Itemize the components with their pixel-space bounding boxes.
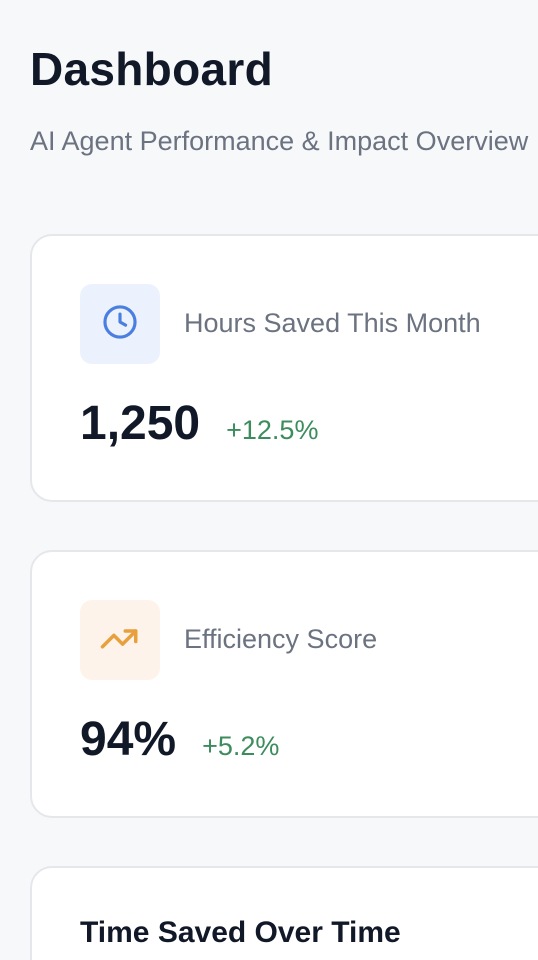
dashboard-page: Dashboard AI Agent Performance & Impact … bbox=[0, 0, 538, 960]
hours-saved-label: Hours Saved This Month bbox=[184, 308, 481, 338]
efficiency-score-delta: +5.2% bbox=[202, 731, 280, 761]
hours-saved-value: 1,250 bbox=[80, 397, 201, 450]
clock-icon bbox=[101, 303, 139, 346]
time-saved-chart-card: Time Saved Over Time bbox=[30, 866, 538, 960]
hours-saved-card: Hours Saved This Month 1,250 +12.5% bbox=[30, 234, 538, 502]
page-title: Dashboard bbox=[30, 43, 273, 95]
page-subtitle: AI Agent Performance & Impact Overview bbox=[30, 126, 529, 156]
hours-saved-delta: +12.5% bbox=[226, 415, 319, 445]
efficiency-score-value: 94% bbox=[80, 713, 177, 766]
efficiency-score-card: Efficiency Score 94% +5.2% bbox=[30, 550, 538, 818]
chart-title: Time Saved Over Time bbox=[80, 916, 401, 949]
hours-saved-metric: 1,250 +12.5% bbox=[80, 396, 318, 451]
clock-icon-container bbox=[80, 284, 160, 364]
trending-up-icon-container bbox=[80, 600, 160, 680]
efficiency-score-metric: 94% +5.2% bbox=[80, 712, 279, 767]
trending-up-icon bbox=[99, 617, 141, 664]
efficiency-score-label: Efficiency Score bbox=[184, 624, 378, 654]
